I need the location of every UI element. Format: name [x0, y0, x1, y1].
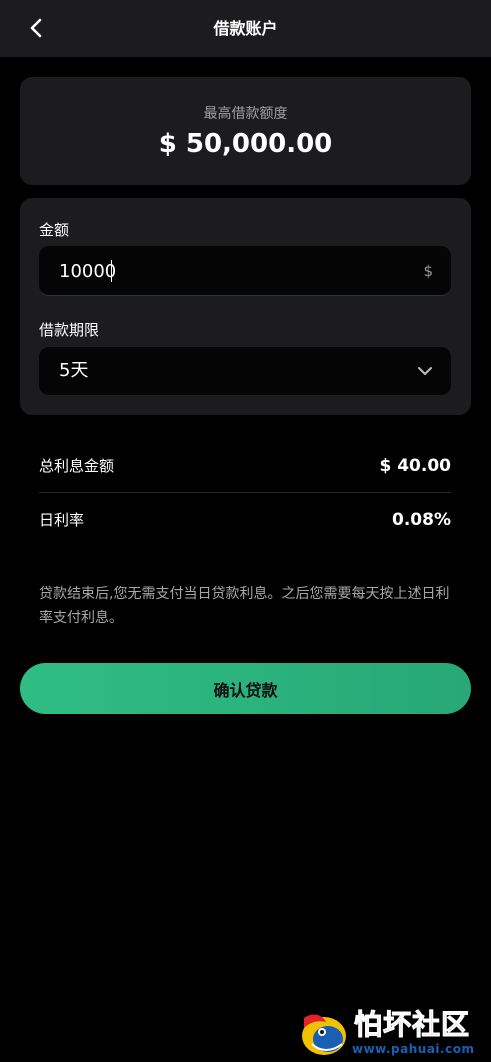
- total-interest-row: 总利息金额 $ 40.00: [39, 440, 451, 493]
- chevron-down-icon: [418, 367, 432, 375]
- max-limit-label: 最高借款额度: [203, 106, 288, 122]
- confirm-loan-button[interactable]: 确认贷款: [20, 663, 471, 714]
- interest-notice: 贷款结束后,您无需支付当日贷款利息。之后您需要每天按上述日利率支付利息。: [39, 586, 450, 626]
- top-nav-bar: 借款账户: [0, 0, 491, 57]
- loan-term-select[interactable]: 5天: [39, 347, 451, 395]
- max-limit-card: 最高借款额度 $ 50,000.00: [20, 77, 471, 185]
- watermark-logo-icon: [302, 1014, 346, 1055]
- amount-input-wrapper: $: [39, 246, 451, 296]
- watermark-title: 怕坏社区: [353, 1008, 471, 1042]
- daily-rate-row: 日利率 0.08%: [39, 494, 451, 546]
- text-caret: [111, 260, 112, 282]
- amount-input[interactable]: [59, 246, 399, 296]
- loan-form-card: 金额 $ 借款期限 5天: [20, 198, 471, 415]
- max-limit-value: $ 50,000.00: [158, 129, 333, 159]
- loan-term-value: 5天: [59, 360, 89, 381]
- total-interest-value: $ 40.00: [379, 456, 451, 476]
- page-title: 借款账户: [213, 19, 278, 38]
- amount-label: 金额: [39, 221, 70, 239]
- watermark-url: www.pahuai.com: [352, 1042, 475, 1056]
- currency-suffix: $: [423, 262, 433, 280]
- daily-rate-label: 日利率: [39, 511, 85, 529]
- total-interest-label: 总利息金额: [39, 457, 115, 475]
- loan-term-label: 借款期限: [39, 321, 100, 339]
- daily-rate-value: 0.08%: [392, 510, 451, 530]
- site-watermark: 怕坏社区 www.pahuai.com: [298, 1008, 488, 1060]
